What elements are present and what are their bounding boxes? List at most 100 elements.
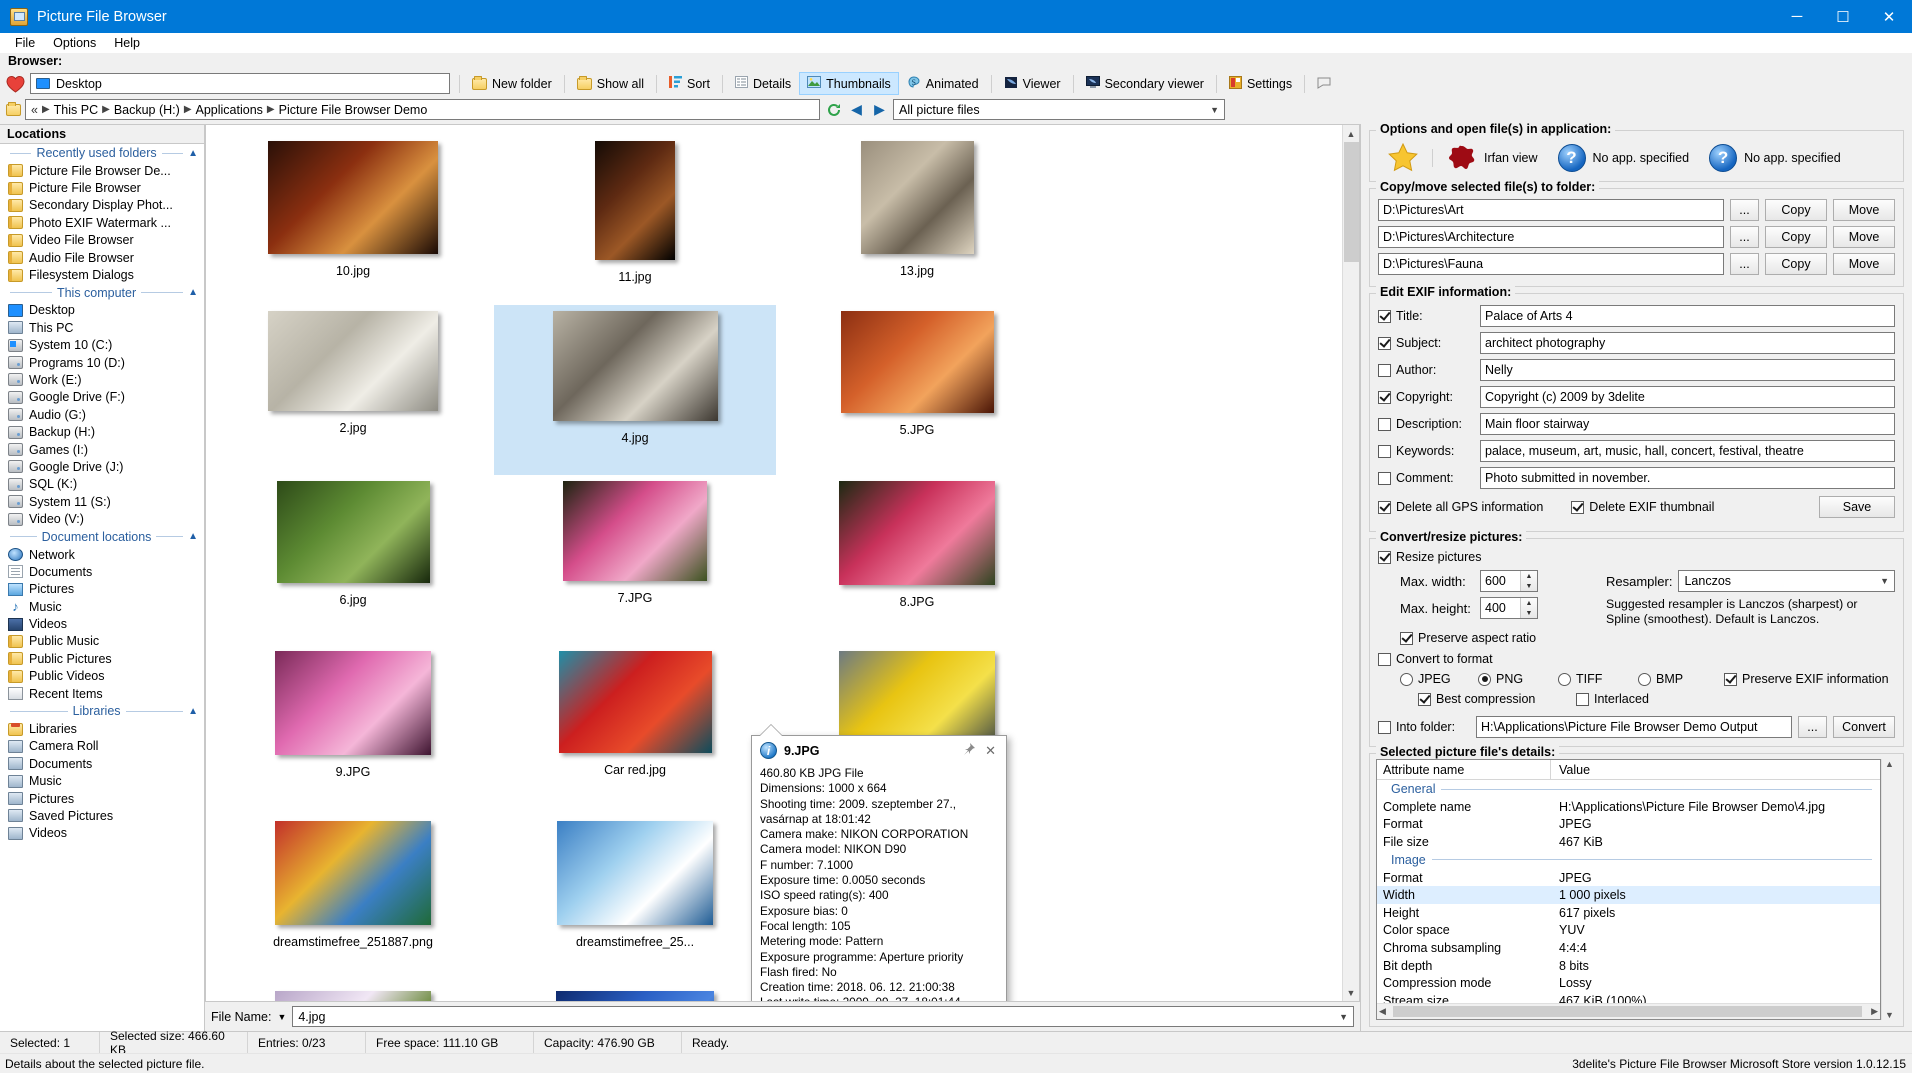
- thumbnail-item[interactable]: [494, 985, 776, 1002]
- locations-section-header[interactable]: This computer▲: [0, 284, 204, 302]
- thumbnail-item[interactable]: 9.JPG: [212, 645, 494, 815]
- sidebar-item-backup-h[interactable]: Backup (H:): [0, 423, 204, 440]
- preserve-exif-checkbox[interactable]: Preserve EXIF information: [1724, 672, 1889, 686]
- sidebar-item-music[interactable]: ♪Music: [0, 598, 204, 615]
- close-button[interactable]: ✕: [1866, 0, 1912, 33]
- breadcrumb-item-1[interactable]: Backup (H:): [114, 103, 180, 117]
- sidebar-item-filesystem-dialogs[interactable]: Filesystem Dialogs: [0, 266, 204, 283]
- sidebar-item-public-videos[interactable]: Public Videos: [0, 668, 204, 685]
- chevron-up-icon[interactable]: ▲: [188, 706, 198, 717]
- into-folder-input[interactable]: H:\Applications\Picture File Browser Dem…: [1476, 716, 1792, 738]
- sort-button[interactable]: Sort: [661, 72, 718, 95]
- sidebar-item-videos[interactable]: Videos: [0, 615, 204, 632]
- scroll-up-icon[interactable]: ▲: [1343, 125, 1360, 142]
- breadcrumb-overflow-icon[interactable]: «: [31, 103, 38, 117]
- thumbnail-item[interactable]: 6.jpg: [212, 475, 494, 645]
- sidebar-item-pictures[interactable]: Pictures: [0, 581, 204, 598]
- exif-field-input[interactable]: Copyright (c) 2009 by 3delite: [1480, 386, 1895, 408]
- move-button[interactable]: Move: [1833, 226, 1895, 248]
- sidebar-item-system-11-s[interactable]: System 11 (S:): [0, 493, 204, 510]
- thumbnail-image[interactable]: [556, 991, 714, 1002]
- stepper-up-icon[interactable]: ▲: [1521, 571, 1537, 581]
- scroll-down-icon[interactable]: ▼: [1343, 984, 1360, 1001]
- thumbnail-image[interactable]: [277, 481, 430, 583]
- table-row[interactable]: Chroma subsampling4:4:4: [1377, 939, 1880, 957]
- sidebar-item-desktop[interactable]: Desktop: [0, 302, 204, 319]
- menu-help[interactable]: Help: [105, 35, 149, 51]
- menu-file[interactable]: File: [6, 35, 44, 51]
- no-app-1-button[interactable]: ? No app. specified: [1548, 142, 1700, 174]
- sidebar-item-documents[interactable]: Documents: [0, 755, 204, 772]
- pin-icon[interactable]: [962, 742, 976, 759]
- copy-button[interactable]: Copy: [1765, 199, 1827, 221]
- locations-section-header[interactable]: Libraries▲: [0, 702, 204, 720]
- convert-to-format-checkbox[interactable]: Convert to format: [1378, 652, 1895, 666]
- save-exif-button[interactable]: Save: [1819, 496, 1895, 518]
- sidebar-item-programs-10-d[interactable]: Programs 10 (D:): [0, 354, 204, 371]
- settings-button[interactable]: Settings: [1221, 72, 1300, 95]
- locations-section-header[interactable]: Document locations▲: [0, 528, 204, 546]
- secondary-viewer-button[interactable]: Secondary viewer: [1078, 72, 1212, 95]
- thumbnail-item[interactable]: 8.JPG: [776, 475, 1058, 645]
- sidebar-item-videos[interactable]: Videos: [0, 825, 204, 842]
- thumbnail-image[interactable]: [275, 651, 431, 755]
- scroll-left-icon[interactable]: ◀: [1379, 1006, 1386, 1017]
- best-compression-checkbox[interactable]: Best compression: [1418, 692, 1576, 706]
- scroll-thumb[interactable]: [1344, 142, 1359, 262]
- exif-field-input[interactable]: Photo submitted in november.: [1480, 467, 1895, 489]
- scroll-track[interactable]: [1343, 142, 1360, 984]
- sidebar-item-this-pc[interactable]: This PC: [0, 319, 204, 336]
- sidebar-item-video-file-browser[interactable]: Video File Browser: [0, 232, 204, 249]
- delete-thumbnail-checkbox[interactable]: Delete EXIF thumbnail: [1571, 500, 1714, 514]
- thumbnail-item[interactable]: 4.jpg: [494, 305, 776, 475]
- format-radio-tiff[interactable]: TIFF: [1558, 672, 1638, 686]
- thumbnail-image[interactable]: [563, 481, 707, 581]
- breadcrumb-item-2[interactable]: Applications: [196, 103, 263, 117]
- address-input[interactable]: Desktop: [30, 73, 450, 94]
- viewer-button[interactable]: Viewer: [996, 72, 1069, 95]
- animated-button[interactable]: S Animated: [899, 72, 987, 95]
- breadcrumb-item-3[interactable]: Picture File Browser Demo: [279, 103, 428, 117]
- into-folder-checkbox[interactable]: Into folder:: [1378, 720, 1470, 734]
- preserve-aspect-checkbox[interactable]: Preserve aspect ratio: [1400, 631, 1895, 645]
- extra-tool-button[interactable]: [1309, 72, 1340, 95]
- resize-pictures-checkbox[interactable]: Resize pictures: [1378, 550, 1895, 564]
- copy-button[interactable]: Copy: [1765, 253, 1827, 275]
- sidebar-item-audio-file-browser[interactable]: Audio File Browser: [0, 249, 204, 266]
- resampler-select[interactable]: Lanczos ▼: [1678, 570, 1895, 592]
- thumbnail-item[interactable]: dreamstimefree_251887.png: [212, 815, 494, 985]
- refresh-button[interactable]: [824, 100, 843, 119]
- favorites-app-button[interactable]: [1378, 141, 1428, 174]
- sidebar-item-system-10-c[interactable]: System 10 (C:): [0, 337, 204, 354]
- scroll-down-icon[interactable]: ▼: [1885, 1010, 1894, 1020]
- sidebar-item-sql-k[interactable]: SQL (K:): [0, 476, 204, 493]
- details-vscrollbar[interactable]: ▲ ▼: [1881, 759, 1897, 1020]
- into-folder-browse-button[interactable]: ...: [1798, 716, 1827, 738]
- table-row[interactable]: Color spaceYUV: [1377, 922, 1880, 940]
- table-row[interactable]: FormatJPEG: [1377, 816, 1880, 834]
- copy-move-path-input[interactable]: D:\Pictures\Architecture: [1378, 226, 1724, 248]
- locations-list[interactable]: Recently used folders▲Picture File Brows…: [0, 144, 205, 1031]
- thumbnail-item[interactable]: 11.jpg: [494, 135, 776, 305]
- thumbnail-item[interactable]: 7.JPG: [494, 475, 776, 645]
- exif-field-input[interactable]: Nelly: [1480, 359, 1895, 381]
- stepper-up-icon[interactable]: ▲: [1521, 598, 1537, 608]
- filename-dropdown-icon[interactable]: ▼: [277, 1012, 286, 1022]
- details-button[interactable]: Details: [727, 72, 799, 95]
- sidebar-item-camera-roll[interactable]: Camera Roll: [0, 738, 204, 755]
- format-radio-png[interactable]: PNG: [1478, 672, 1558, 686]
- thumbnail-image[interactable]: [268, 141, 438, 254]
- sidebar-item-google-drive-j[interactable]: Google Drive (J:): [0, 458, 204, 475]
- convert-button[interactable]: Convert: [1833, 716, 1895, 738]
- sidebar-item-network[interactable]: Network: [0, 546, 204, 563]
- thumbnail-image[interactable]: [557, 821, 713, 925]
- sidebar-item-games-i[interactable]: Games (I:): [0, 441, 204, 458]
- thumbnail-image[interactable]: [559, 651, 712, 753]
- breadcrumb-item-0[interactable]: This PC: [54, 103, 98, 117]
- format-radio-jpeg[interactable]: JPEG: [1400, 672, 1478, 686]
- thumbnail-image[interactable]: [861, 141, 974, 254]
- max-height-stepper[interactable]: 400 ▲▼: [1480, 597, 1538, 619]
- thumbnail-scrollbar[interactable]: ▲ ▼: [1342, 125, 1359, 1001]
- thumbnail-item[interactable]: Car red.jpg: [494, 645, 776, 815]
- exif-field-input[interactable]: Palace of Arts 4: [1480, 305, 1895, 327]
